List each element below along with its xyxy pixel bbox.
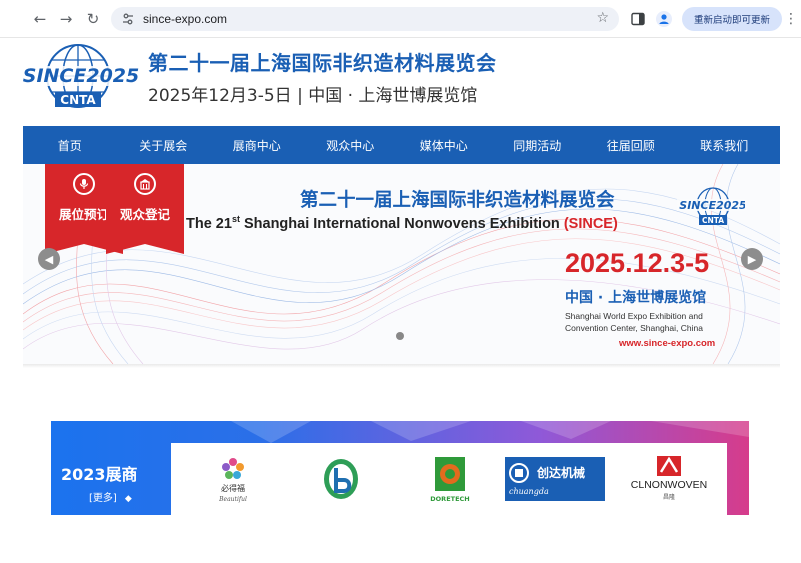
- banner-venue-cn: 中国 · 上海世博展览馆: [565, 290, 707, 306]
- brand-beautiful-cn: 必得福: [221, 483, 245, 493]
- banner-venue-en: Shanghai World Expo Exhibition and Conve…: [565, 310, 703, 334]
- banner-venue-en-line2: Convention Center, Shanghai, China: [565, 323, 703, 333]
- exhibitors-more-link[interactable]: [更多] ◆: [89, 489, 132, 504]
- exhibitors-title: 2023展商: [61, 465, 138, 484]
- hero-banner[interactable]: 展位预订 观众登记 第二十一届上海国际非织造材料展览会 The 21st Sha…: [23, 164, 780, 364]
- site-header: SINCE2025 CNTA 第二十一届上海国际非织造材料展览会 2025年12…: [0, 38, 780, 126]
- visitor-registration-ribbon[interactable]: 观众登记: [106, 164, 184, 244]
- banner-title-en: The 21st Shanghai International Nonwoven…: [186, 214, 618, 232]
- brand-clnonwoven-logo[interactable]: CLNONWOVEN 昌隆: [629, 453, 709, 505]
- brand-green-b-logo[interactable]: [321, 453, 361, 505]
- banner-title-en-sup: st: [231, 214, 240, 224]
- bookmark-star-icon[interactable]: ☆: [596, 10, 609, 26]
- nav-item-contact[interactable]: 联系我们: [678, 126, 772, 164]
- building-icon: [134, 173, 156, 195]
- nav-item-media[interactable]: 媒体中心: [397, 126, 491, 164]
- banner-title-en-pre: The 21: [186, 215, 232, 232]
- exhibitors-section: 2023展商 [更多] ◆ 必得福 Beautiful DORETECH 创达机…: [51, 421, 749, 515]
- side-panel-icon[interactable]: [631, 11, 647, 27]
- banner-logo-cnta-text: CNTA: [702, 216, 724, 225]
- brand-chuangda-logo[interactable]: 创达机械 chuangda: [505, 453, 605, 505]
- nav-item-visitors[interactable]: 观众中心: [304, 126, 398, 164]
- forward-arrow-icon[interactable]: →: [56, 9, 76, 29]
- exhibitors-more-label: [更多]: [89, 493, 117, 504]
- site-info-icon[interactable]: [121, 12, 135, 26]
- banner-title-en-main: Shanghai International Nonwovens Exhibit…: [239, 215, 564, 232]
- banner-title-cn: 第二十一届上海国际非织造材料展览会: [300, 190, 615, 211]
- url-text[interactable]: since-expo.com: [143, 12, 227, 26]
- visitor-registration-label: 观众登记: [119, 207, 170, 222]
- ribbon-tail: [106, 244, 184, 254]
- brand-chuangda-name: chuangda: [509, 487, 549, 496]
- back-arrow-icon[interactable]: ←: [30, 9, 50, 29]
- reload-icon[interactable]: ↻: [83, 9, 103, 29]
- brand-clnonwoven-cn: 昌隆: [663, 493, 675, 501]
- brand-doretech-name: DORETECH: [430, 495, 469, 503]
- banner-logo-since-text: SINCE2025: [679, 199, 745, 212]
- exhibitor-logos-panel: 必得福 Beautiful DORETECH 创达机械 chuangda CLN…: [171, 443, 727, 515]
- more-menu-icon[interactable]: ⋮: [784, 9, 798, 29]
- event-date-venue: 2025年12月3-5日 | 中国 · 上海世博展览馆: [148, 86, 478, 106]
- main-nav: 首页 关于展会 展商中心 观众中心 媒体中心 同期活动 往届回顾 联系我们: [23, 126, 780, 164]
- banner-title-en-since: (SINCE): [563, 215, 618, 232]
- carousel-prev-arrow-icon[interactable]: ◀: [38, 248, 60, 270]
- banner-divider: [23, 364, 780, 368]
- brand-clnonwoven-name: CLNONWOVEN: [631, 479, 707, 491]
- page-title: 第二十一届上海国际非织造材料展览会: [148, 51, 497, 75]
- brand-beautiful-name: Beautiful: [218, 496, 247, 503]
- more-arrow-icon: ◆: [124, 494, 132, 504]
- carousel-dot[interactable]: [396, 332, 404, 340]
- brand-beautiful-logo[interactable]: 必得福 Beautiful: [211, 453, 255, 505]
- carousel-next-arrow-icon[interactable]: ▶: [741, 248, 763, 270]
- microphone-icon: [73, 173, 95, 195]
- nav-item-home[interactable]: 首页: [23, 126, 117, 164]
- brand-chuangda-cn: 创达机械: [536, 465, 585, 480]
- restart-to-update-button[interactable]: 重新启动即可更新: [682, 7, 782, 31]
- nav-item-exhibitors[interactable]: 展商中心: [210, 126, 304, 164]
- nav-item-about[interactable]: 关于展会: [117, 126, 211, 164]
- brand-doretech-logo[interactable]: DORETECH: [430, 453, 470, 505]
- since-cnta-logo[interactable]: SINCE2025 CNTA: [22, 40, 140, 116]
- banner-date: 2025.12.3-5: [565, 248, 710, 278]
- banner-venue-en-line1: Shanghai World Expo Exhibition and: [565, 311, 703, 321]
- logo-since-text: SINCE2025: [23, 65, 139, 87]
- profile-avatar-icon[interactable]: [656, 11, 672, 27]
- nav-item-events[interactable]: 同期活动: [491, 126, 585, 164]
- nav-item-past[interactable]: 往届回顾: [584, 126, 678, 164]
- banner-url: www.since-expo.com: [619, 338, 716, 349]
- address-bar[interactable]: since-expo.com ☆: [111, 7, 619, 31]
- browser-toolbar: ← → ↻ since-expo.com ☆ 重新启动即可更新 ⋮: [0, 0, 801, 38]
- logo-cnta-text: CNTA: [60, 93, 96, 107]
- banner-since-logo: SINCE2025 CNTA: [677, 184, 747, 230]
